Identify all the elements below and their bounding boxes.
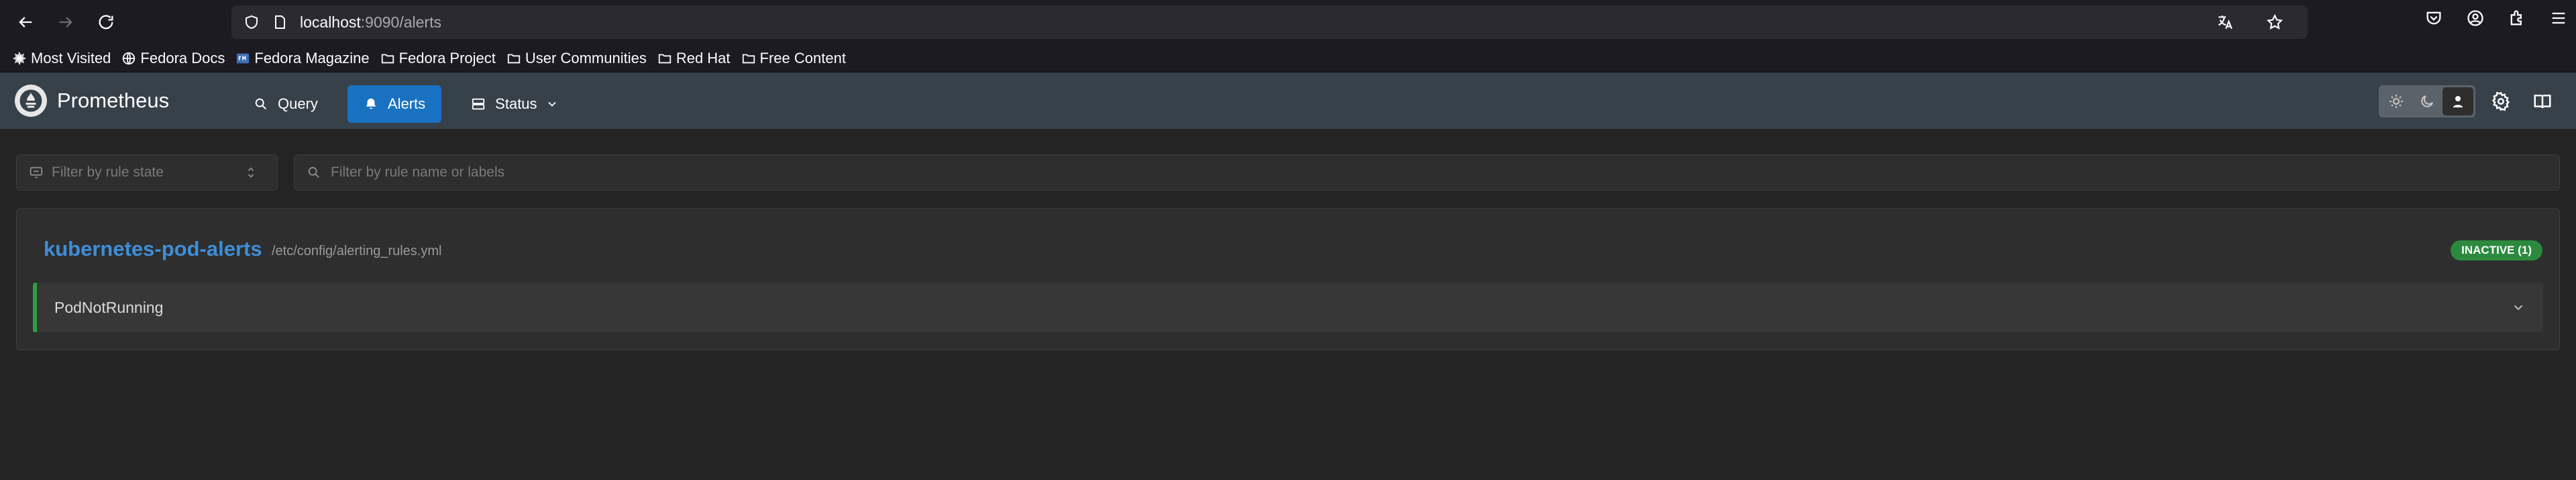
moon-icon	[2421, 95, 2433, 107]
bookmark-free-content[interactable]: Free Content	[741, 50, 846, 67]
bookmark-label: Red Hat	[676, 49, 731, 66]
globe-icon	[123, 52, 136, 64]
documentation-button[interactable]	[2526, 85, 2559, 117]
filter-icon	[30, 166, 43, 179]
filter-row: Filter by rule state Filter by rule name…	[16, 154, 2560, 191]
theme-light-button[interactable]	[2381, 87, 2412, 115]
bookmark-fedora-project[interactable]: Fedora Project	[380, 50, 496, 67]
alert-rule-name: PodNotRunning	[54, 298, 164, 316]
rule-state-placeholder: Filter by rule state	[52, 164, 164, 180]
bookmark-red-hat[interactable]: Red Hat	[657, 50, 731, 67]
user-icon	[2453, 96, 2463, 107]
back-button[interactable]	[7, 3, 44, 41]
arrow-left-icon	[19, 17, 32, 28]
extensions-icon[interactable]	[2508, 9, 2526, 28]
bookmark-label: Fedora Docs	[140, 49, 225, 66]
menu-icon[interactable]	[2549, 9, 2568, 28]
nav-status[interactable]: Status	[455, 85, 574, 123]
rule-search-input[interactable]: Filter by rule name or labels	[294, 154, 2560, 191]
url-path: :9090/alerts	[360, 13, 441, 31]
chevron-down-icon	[547, 101, 556, 107]
reload-icon	[99, 15, 113, 30]
alert-group-card: kubernetes-pod-alerts /etc/config/alerti…	[16, 208, 2560, 350]
reload-button[interactable]	[87, 3, 125, 41]
page-icon	[275, 15, 285, 29]
fedora-magazine-icon	[237, 53, 250, 63]
app-header: Prometheus Query Alerts Status	[0, 73, 2576, 129]
folder-icon	[507, 54, 521, 63]
bookmark-label: Most Visited	[31, 49, 111, 66]
chevron-updown-icon	[248, 167, 254, 178]
search-icon	[255, 98, 267, 110]
shield-icon	[246, 15, 258, 30]
bookmark-label: Fedora Project	[398, 49, 496, 66]
prometheus-logo-icon	[15, 85, 47, 117]
rule-state-filter[interactable]: Filter by rule state	[16, 154, 278, 191]
sun-icon	[2390, 95, 2403, 108]
bookmark-label: Fedora Magazine	[254, 49, 370, 66]
alert-group-file: /etc/config/alerting_rules.yml	[272, 244, 442, 258]
nav-query-label: Query	[278, 95, 318, 112]
url-host: localhost	[300, 13, 361, 31]
chevron-down-icon[interactable]	[2511, 300, 2526, 315]
theme-auto-button[interactable]	[2443, 87, 2473, 115]
bookmark-most-visited[interactable]: Most Visited	[12, 50, 111, 67]
nav-alerts-label: Alerts	[387, 95, 426, 112]
star-icon[interactable]	[2266, 13, 2284, 31]
bookmark-fedora-docs[interactable]: Fedora Docs	[121, 50, 225, 67]
pocket-icon[interactable]	[2424, 9, 2443, 28]
bookmark-label: Free Content	[759, 49, 846, 66]
nav-status-label: Status	[495, 95, 537, 112]
account-icon[interactable]	[2466, 9, 2485, 28]
alert-group-name: kubernetes-pod-alerts	[44, 237, 262, 260]
bell-icon	[366, 98, 376, 109]
folder-icon	[658, 54, 671, 63]
browser-toolbar: localhost:9090/alerts	[0, 0, 2576, 44]
settings-button[interactable]	[2485, 85, 2517, 117]
nav-alerts[interactable]: Alerts	[347, 85, 442, 123]
arrow-right-icon	[59, 17, 72, 28]
alert-rule-row[interactable]: PodNotRunning	[33, 283, 2543, 332]
bookmarks-bar: Most Visited Fedora Docs Fedora Magazine…	[0, 44, 2576, 73]
bookmark-user-communities[interactable]: User Communities	[506, 50, 647, 67]
book-icon	[2534, 95, 2551, 109]
address-bar[interactable]: localhost:9090/alerts	[231, 5, 2308, 39]
nav-query[interactable]: Query	[237, 85, 334, 123]
gear-icon	[2491, 91, 2510, 111]
gear-icon	[13, 52, 26, 64]
translate-icon[interactable]	[2216, 13, 2234, 31]
app-brand[interactable]: Prometheus	[15, 85, 169, 117]
rule-search-placeholder: Filter by rule name or labels	[331, 164, 505, 180]
server-icon	[472, 98, 485, 110]
folder-icon	[381, 54, 394, 63]
search-icon	[308, 166, 320, 179]
theme-switcher	[2379, 85, 2475, 117]
app-title: Prometheus	[57, 89, 170, 112]
bookmark-fedora-magazine[interactable]: Fedora Magazine	[235, 49, 370, 67]
theme-dark-button[interactable]	[2412, 87, 2443, 115]
status-badge: INACTIVE (1)	[2451, 240, 2542, 260]
forward-button[interactable]	[47, 3, 85, 41]
folder-icon	[742, 54, 755, 63]
bookmark-label: User Communities	[525, 49, 647, 66]
